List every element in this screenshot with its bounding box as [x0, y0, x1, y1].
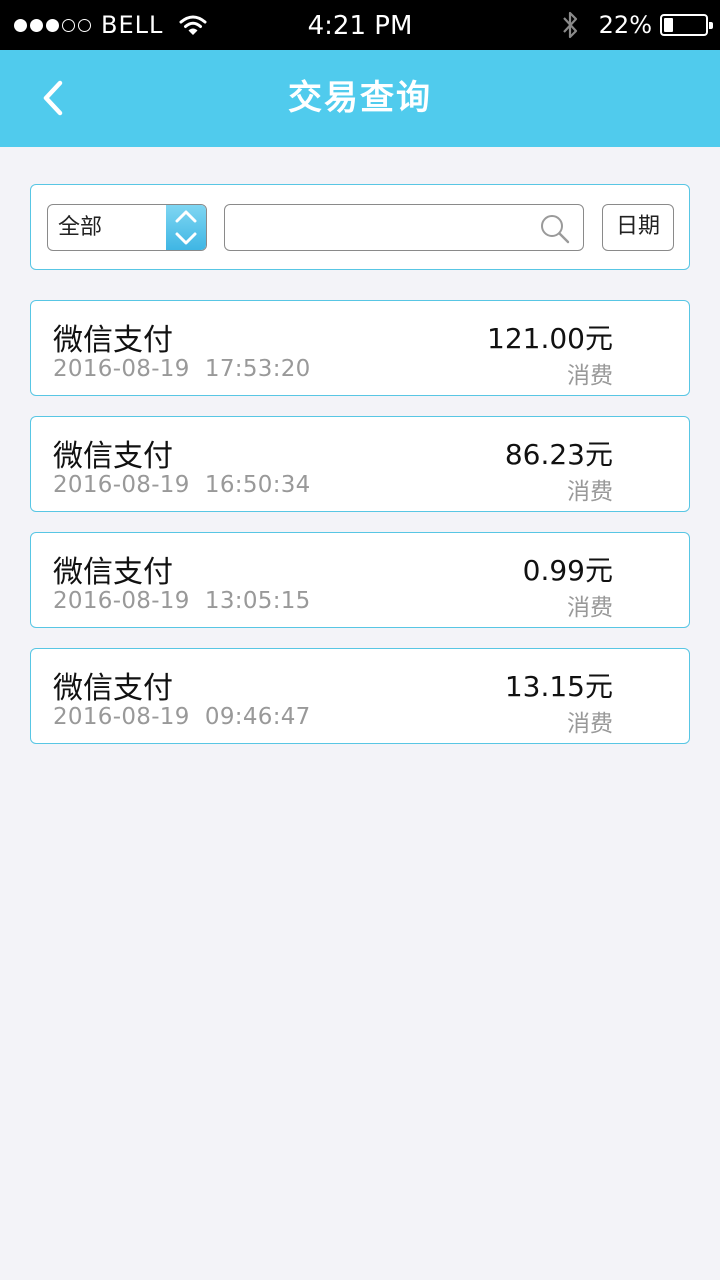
transaction-type: 消费 — [567, 711, 613, 737]
chevron-down-icon — [175, 232, 197, 245]
transaction-datetime: 2016-08-19 16:50:34 — [53, 472, 311, 498]
transaction-name: 微信支付 — [53, 671, 173, 706]
transaction-amount: 121.00元 — [487, 322, 613, 355]
type-select[interactable]: 全部 — [47, 204, 207, 251]
date-button[interactable]: 日期 — [602, 204, 674, 251]
type-select-value: 全部 — [58, 215, 103, 240]
transaction-name: 微信支付 — [53, 439, 173, 474]
transaction-date: 2016-08-19 — [53, 472, 190, 498]
page-title: 交易查询 — [288, 78, 432, 118]
battery-icon — [660, 14, 713, 36]
transaction-date: 2016-08-19 — [53, 704, 190, 730]
transaction-time: 13:05:15 — [204, 588, 311, 614]
select-arrows-icon[interactable] — [166, 205, 206, 250]
search-box[interactable] — [224, 204, 584, 251]
transaction-datetime: 2016-08-19 17:53:20 — [53, 356, 311, 382]
transaction-list: 微信支付 2016-08-19 17:53:20 121.00元 消费 微信支付… — [30, 300, 690, 764]
transaction-amount: 86.23元 — [504, 438, 613, 471]
transaction-type: 消费 — [567, 479, 613, 505]
search-icon[interactable] — [539, 213, 571, 245]
transaction-date: 2016-08-19 — [53, 588, 190, 614]
transaction-item[interactable]: 微信支付 2016-08-19 17:53:20 121.00元 消费 — [30, 300, 690, 396]
transaction-time: 16:50:34 — [204, 472, 311, 498]
bluetooth-icon — [562, 11, 577, 39]
transaction-type: 消费 — [567, 363, 613, 389]
filter-bar: 全部 日期 — [30, 184, 690, 270]
transaction-datetime: 2016-08-19 13:05:15 — [53, 588, 311, 614]
transaction-amount: 13.15元 — [504, 670, 613, 703]
transaction-name: 微信支付 — [53, 323, 173, 358]
chevron-up-icon — [175, 210, 197, 223]
transaction-amount: 0.99元 — [522, 554, 613, 587]
transaction-item[interactable]: 微信支付 2016-08-19 13:05:15 0.99元 消费 — [30, 532, 690, 628]
transaction-date: 2016-08-19 — [53, 356, 190, 382]
transaction-time: 17:53:20 — [204, 356, 311, 382]
battery-fill — [664, 18, 673, 32]
transaction-time: 09:46:47 — [204, 704, 311, 730]
transaction-name: 微信支付 — [53, 555, 173, 590]
transaction-item[interactable]: 微信支付 2016-08-19 09:46:47 13.15元 消费 — [30, 648, 690, 744]
search-input[interactable] — [235, 211, 525, 243]
battery-percent: 22% — [598, 11, 652, 39]
transaction-datetime: 2016-08-19 09:46:47 — [53, 704, 311, 730]
nav-bar: 交易查询 — [0, 50, 720, 147]
transaction-type: 消费 — [567, 595, 613, 621]
transaction-item[interactable]: 微信支付 2016-08-19 16:50:34 86.23元 消费 — [30, 416, 690, 512]
status-bar: BELL 4:21 PM 22% — [0, 0, 720, 50]
